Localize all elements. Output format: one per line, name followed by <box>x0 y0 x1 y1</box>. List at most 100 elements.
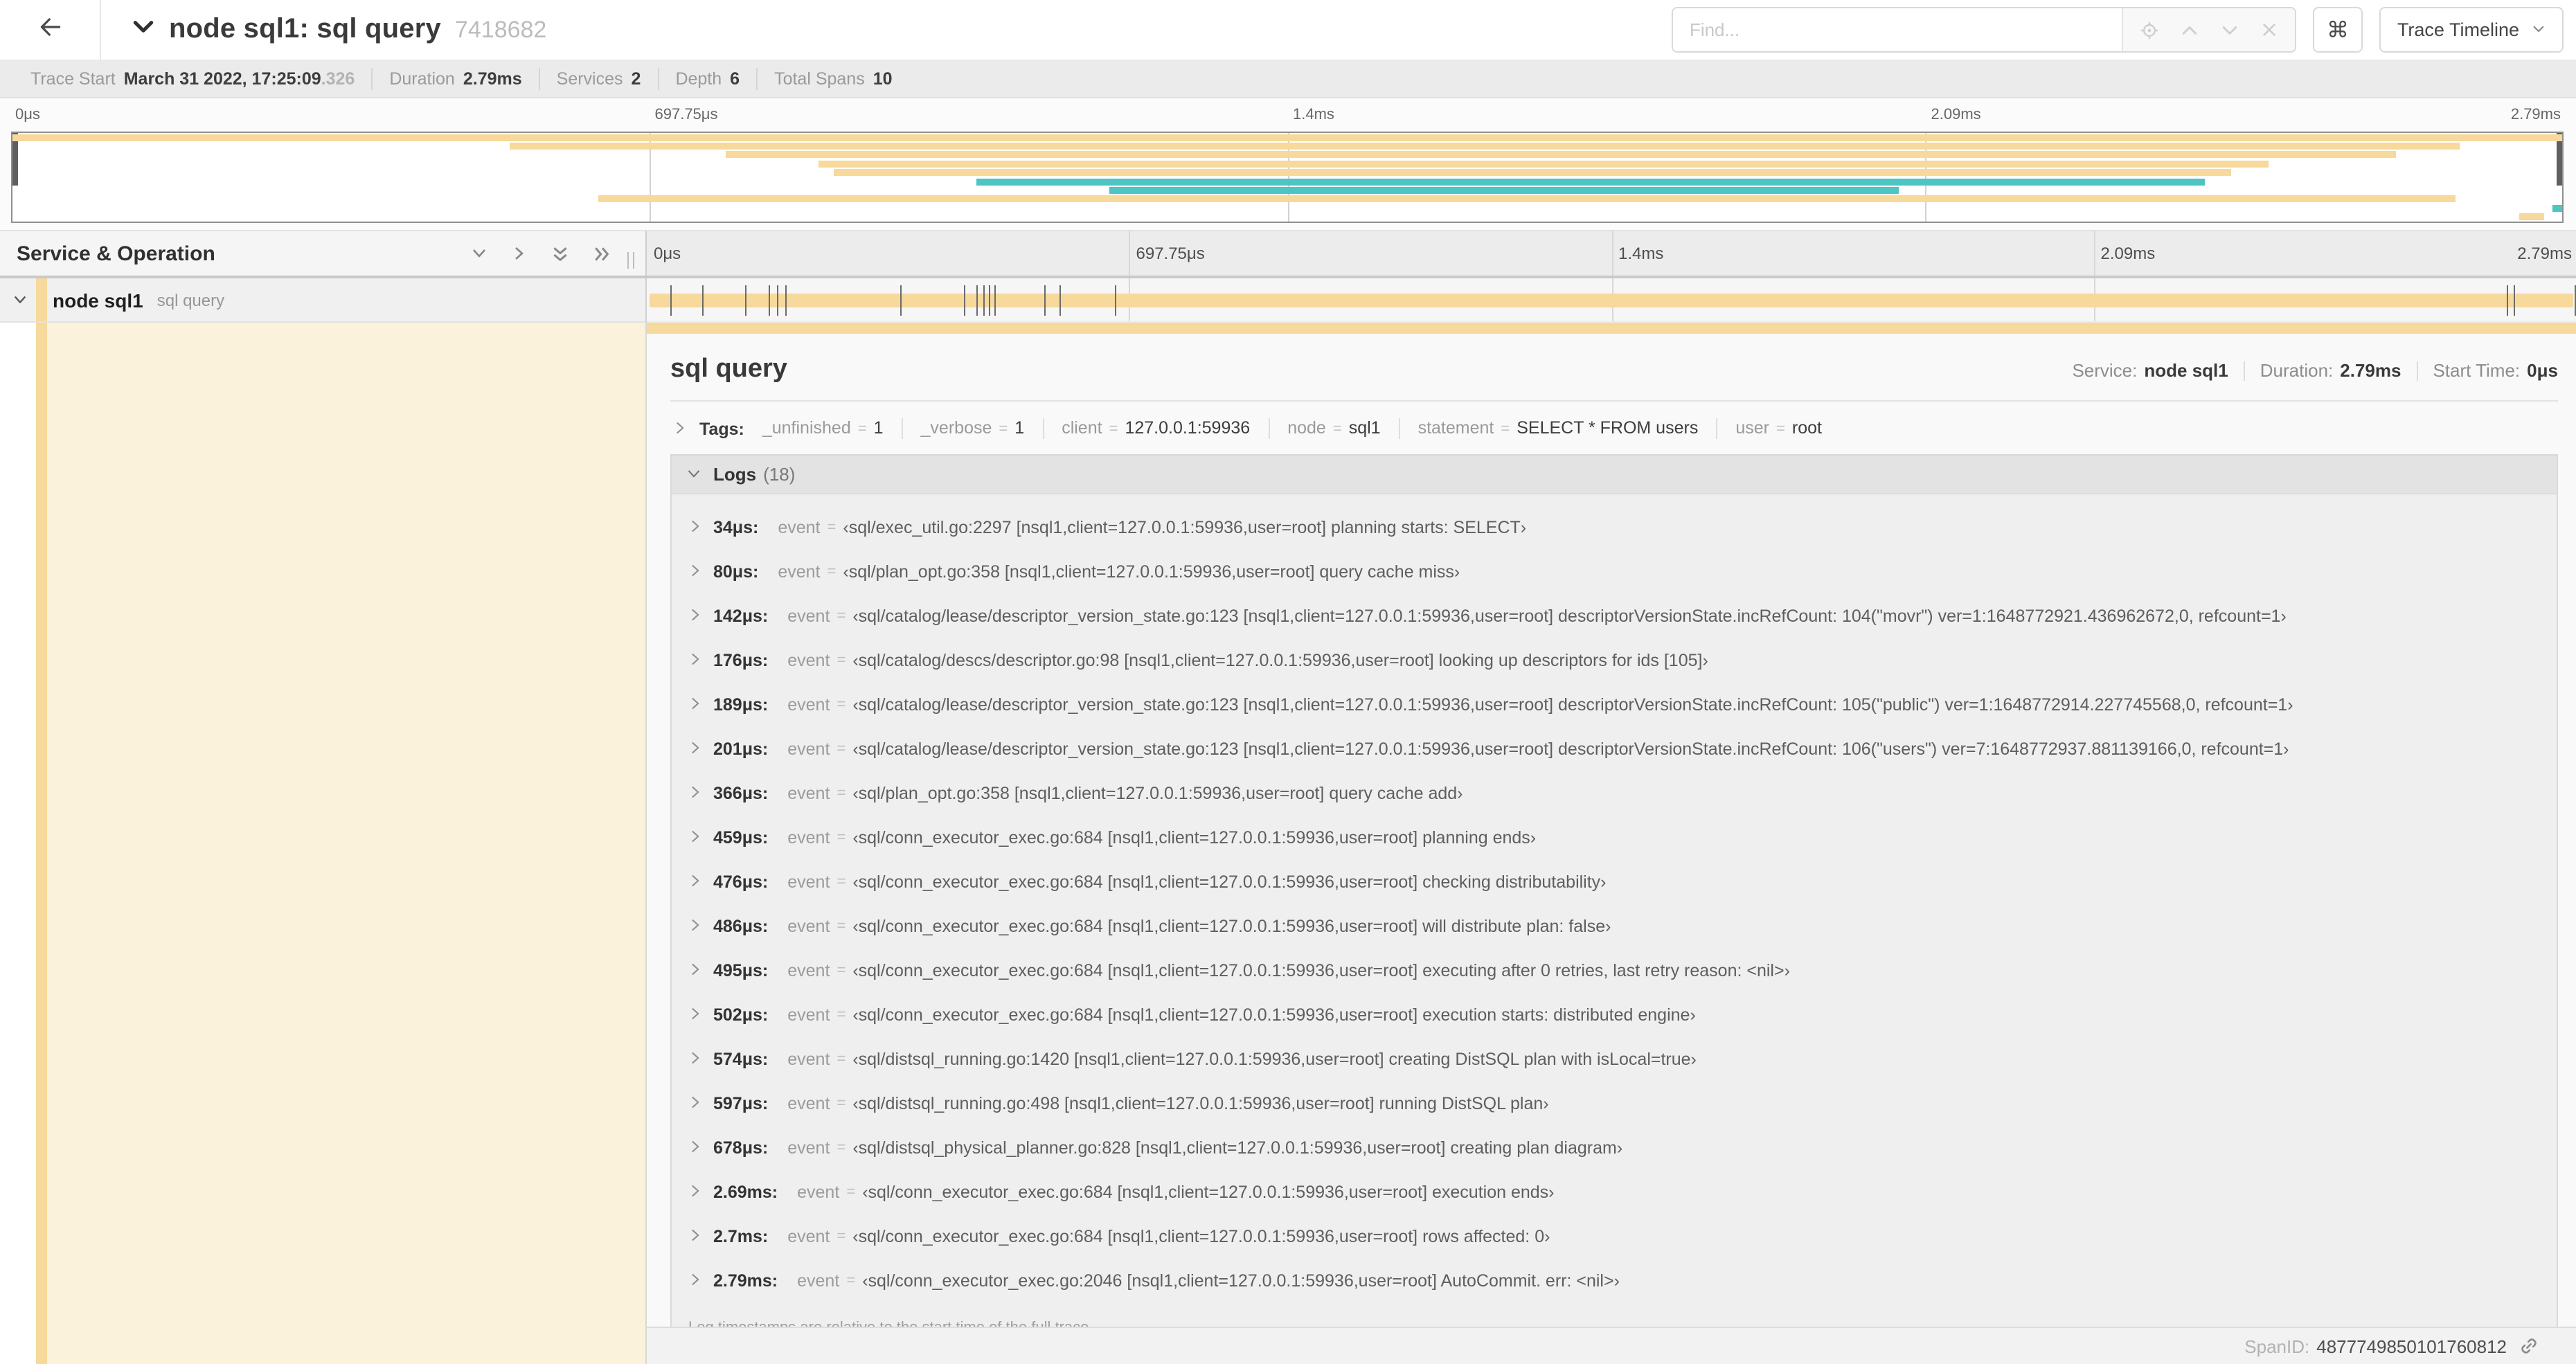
equals-sign: = <box>1109 421 1118 438</box>
chevron-right-icon <box>688 872 702 892</box>
log-marker-tick <box>2507 285 2509 316</box>
column-resizer-handle[interactable] <box>627 252 634 269</box>
chevron-right-icon[interactable] <box>511 245 528 262</box>
span-duration-bar[interactable] <box>650 294 2573 307</box>
log-row[interactable]: 459μs: event = ‹sql/conn_executor_exec.go:6… <box>672 816 2557 860</box>
log-field-value: ‹sql/conn_executor_exec.go:684 [nsql1,cl… <box>852 1005 1696 1025</box>
logs-header[interactable]: Logs (18) <box>672 456 2557 494</box>
timeline-ruler: 0μs 697.75μs 1.4ms 2.09ms 2.79ms <box>647 231 2576 276</box>
log-field-value: ‹sql/conn_executor_exec.go:684 [nsql1,cl… <box>852 961 1790 980</box>
log-row[interactable]: 176μs: event = ‹sql/catalog/descs/descripto… <box>672 638 2557 683</box>
equals-sign: = <box>837 741 846 757</box>
log-field-value: ‹sql/conn_executor_exec.go:684 [nsql1,cl… <box>852 917 1611 936</box>
span-detail-accent-bg <box>47 323 645 1364</box>
prev-match-icon[interactable] <box>2180 20 2199 39</box>
tag-value: 1 <box>1014 418 1025 438</box>
back-button[interactable] <box>0 0 101 60</box>
chevron-down-icon[interactable] <box>471 245 488 262</box>
meta-value: node sql1 <box>2144 360 2228 381</box>
deep-link-icon[interactable] <box>2519 1336 2539 1356</box>
minimap-span-bar <box>2552 204 2562 212</box>
span-detail-meta-item: Duration: 2.79ms <box>2260 360 2401 381</box>
log-field-value: ‹sql/exec_util.go:2297 [nsql1,client=127… <box>843 518 1527 537</box>
log-field-key: event <box>787 695 830 715</box>
summary-item: Duration 2.79ms <box>373 67 540 89</box>
log-row[interactable]: 142μs: event = ‹sql/catalog/lease/descripto… <box>672 594 2557 638</box>
tag-value: SELECT * FROM users <box>1517 418 1699 438</box>
trace-view-selector[interactable]: Trace Timeline <box>2379 7 2564 53</box>
log-row[interactable]: 80μs: event = ‹sql/plan_opt.go:358 [nsql1,c… <box>672 550 2557 594</box>
summary-value: 2.79ms <box>463 69 522 88</box>
log-row[interactable]: 201μs: event = ‹sql/catalog/lease/descripto… <box>672 727 2557 771</box>
log-row[interactable]: 495μs: event = ‹sql/conn_executor_exec.go:6… <box>672 949 2557 993</box>
log-field-value: ‹sql/distsql_running.go:1420 [nsql1,clie… <box>852 1050 1697 1069</box>
minimap-canvas[interactable] <box>11 132 2564 223</box>
keyboard-shortcuts-button[interactable]: ⌘ <box>2312 7 2363 53</box>
log-row[interactable]: 189μs: event = ‹sql/catalog/lease/descripto… <box>672 683 2557 727</box>
log-row[interactable]: 2.79ms: event = ‹sql/conn_executor_exec.go:… <box>672 1259 2557 1303</box>
minimap-left-handle[interactable] <box>12 133 18 186</box>
log-field-value: ‹sql/plan_opt.go:358 [nsql1,client=127.0… <box>843 562 1460 582</box>
log-row[interactable]: 34μs: event = ‹sql/exec_util.go:2297 [nsql1… <box>672 505 2557 550</box>
tags-accordion[interactable]: Tags: _unfinished = 1 _verbose = 1 client = 127.… <box>670 414 2558 454</box>
log-field-value: ‹sql/conn_executor_exec.go:684 [nsql1,cl… <box>852 1227 1550 1246</box>
chevron-right-icon <box>688 695 702 715</box>
service-operation-header: Service & Operation <box>0 231 647 276</box>
jaeger-trace-page: node sql1: sql query 7418682 Find... ⌘ T… <box>0 0 2576 1364</box>
chevron-right-icon <box>688 1183 702 1202</box>
double-chevron-down-icon[interactable] <box>551 244 569 262</box>
log-marker-tick <box>976 285 978 316</box>
log-field-key: event <box>787 1050 830 1069</box>
tag-item: client = 127.0.0.1:59936 <box>1044 418 1270 439</box>
clear-find-icon[interactable] <box>2260 21 2278 39</box>
tags-label: Tags: <box>699 419 744 438</box>
span-id-bar: SpanID: 4877749850101760812 <box>647 1327 2576 1364</box>
minimap-tick-labels: 0μs 697.75μs 1.4ms 2.09ms 2.79ms <box>11 102 2564 130</box>
log-field-value: ‹sql/catalog/lease/descriptor_version_st… <box>852 607 2287 626</box>
next-match-icon[interactable] <box>2220 20 2239 39</box>
logs-list: 34μs: event = ‹sql/exec_util.go:2297 [nsql1… <box>672 494 2557 1303</box>
log-timestamp: 597μs: <box>713 1094 769 1113</box>
log-row[interactable]: 597μs: event = ‹sql/distsql_running.go:498 … <box>672 1082 2557 1126</box>
focus-match-icon[interactable] <box>2140 20 2159 39</box>
double-chevron-right-icon[interactable] <box>593 244 611 262</box>
summary-item: Trace Start March 31 2022, 17:25:09.326 <box>14 67 373 89</box>
tag-value: sql1 <box>1348 418 1381 438</box>
log-marker-tick <box>900 285 902 316</box>
log-row[interactable]: 476μs: event = ‹sql/conn_executor_exec.go:6… <box>672 860 2557 904</box>
time-tick-label: 1.4ms <box>1293 107 1334 123</box>
tag-item: user = root <box>1717 418 1840 439</box>
log-row[interactable]: 502μs: event = ‹sql/conn_executor_exec.go:6… <box>672 993 2557 1037</box>
log-field-value: ‹sql/conn_executor_exec.go:684 [nsql1,cl… <box>852 828 1537 847</box>
log-row[interactable]: 678μs: event = ‹sql/distsql_physical_planne… <box>672 1126 2557 1170</box>
minimap-span-bar <box>818 160 2269 168</box>
logs-count: (18) <box>763 464 796 485</box>
span-name-cell[interactable]: node sql1 sql query <box>0 278 647 323</box>
log-row[interactable]: 2.7ms: event = ‹sql/conn_executor_exec.go:6… <box>672 1214 2557 1259</box>
log-row[interactable]: 366μs: event = ‹sql/plan_opt.go:358 [nsql1,… <box>672 771 2557 816</box>
log-marker-tick <box>1059 285 1062 316</box>
collapse-controls <box>471 244 611 262</box>
log-field-value: ‹sql/conn_executor_exec.go:684 [nsql1,cl… <box>862 1183 1555 1202</box>
log-row[interactable]: 574μs: event = ‹sql/distsql_running.go:1420… <box>672 1037 2557 1082</box>
span-detail-panel: sql query Service: node sql1 Duration: 2.79… <box>647 334 2576 1353</box>
log-row[interactable]: 486μs: event = ‹sql/conn_executor_exec.go:6… <box>672 904 2557 949</box>
divider <box>2416 361 2418 380</box>
equals-sign: = <box>837 697 846 713</box>
log-field-key: event <box>787 607 830 626</box>
header-actions: ⌘ Trace Timeline <box>1671 7 2564 53</box>
chevron-down-icon[interactable] <box>12 292 28 307</box>
tag-key: _verbose <box>920 418 992 438</box>
log-field-key: event <box>787 1138 830 1158</box>
equals-sign: = <box>827 519 837 536</box>
log-field-key: event <box>787 739 830 759</box>
log-row[interactable]: 2.69ms: event = ‹sql/conn_executor_exec.go:… <box>672 1170 2557 1214</box>
minimap-right-handle[interactable] <box>2557 133 2562 186</box>
find-input[interactable] <box>1672 8 2122 51</box>
tag-value: root <box>1791 418 1822 438</box>
chevron-right-icon <box>688 1094 702 1113</box>
tag-item: statement = SELECT * FROM users <box>1400 418 1718 439</box>
chevron-right-icon <box>688 828 702 847</box>
trace-collapse-toggle[interactable] <box>132 15 155 45</box>
log-field-key: event <box>787 917 830 936</box>
